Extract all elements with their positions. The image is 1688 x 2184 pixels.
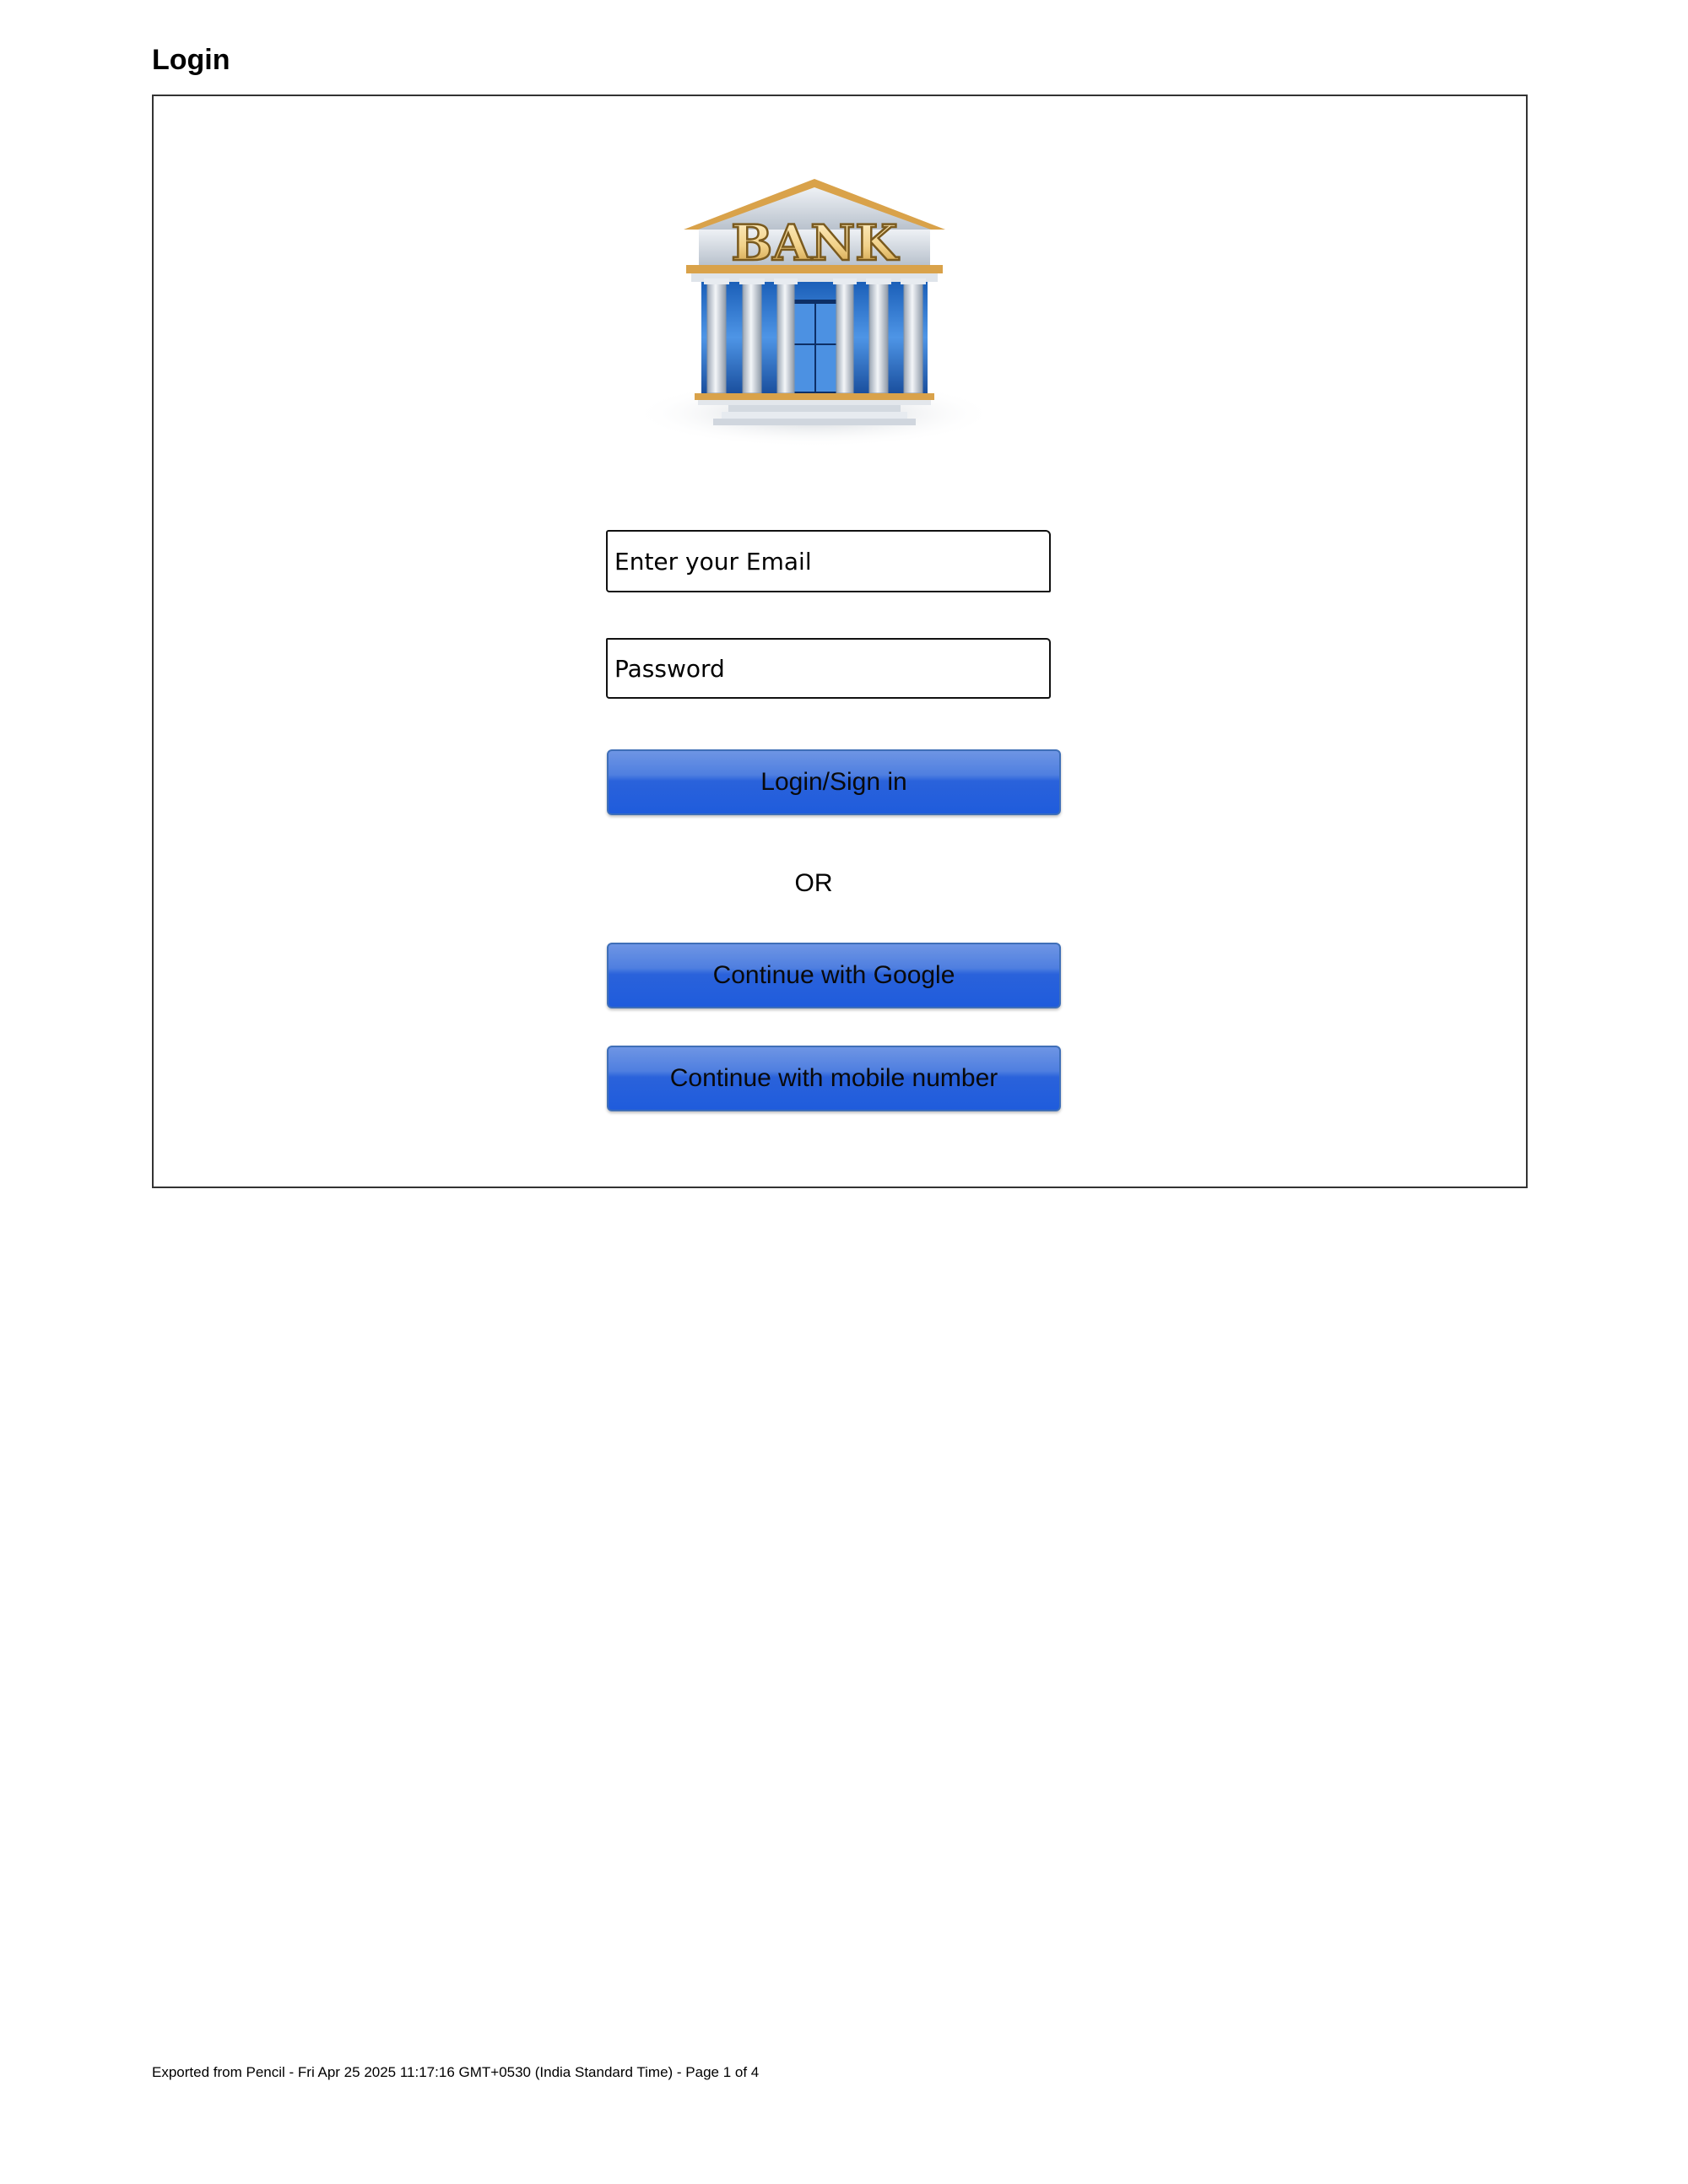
google-button-label: Continue with Google — [712, 961, 955, 989]
password-field[interactable]: Password — [606, 638, 1051, 699]
email-field[interactable]: Enter your Email — [606, 530, 1051, 592]
continue-with-google-button[interactable]: Continue with Google — [607, 943, 1061, 1008]
or-divider-label: OR — [794, 869, 833, 897]
logo-text: BANK — [731, 214, 900, 272]
continue-with-mobile-button[interactable]: Continue with mobile number — [607, 1046, 1061, 1111]
password-placeholder: Password — [614, 654, 725, 683]
page-title: Login — [152, 44, 230, 76]
login-button-label: Login/Sign in — [760, 768, 907, 796]
mobile-button-label: Continue with mobile number — [669, 1064, 998, 1092]
email-placeholder: Enter your Email — [614, 547, 812, 576]
bank-logo: BANK — [633, 179, 996, 447]
export-footer: Exported from Pencil - Fri Apr 25 2025 1… — [152, 2064, 760, 2080]
login-button[interactable]: Login/Sign in — [607, 749, 1061, 815]
